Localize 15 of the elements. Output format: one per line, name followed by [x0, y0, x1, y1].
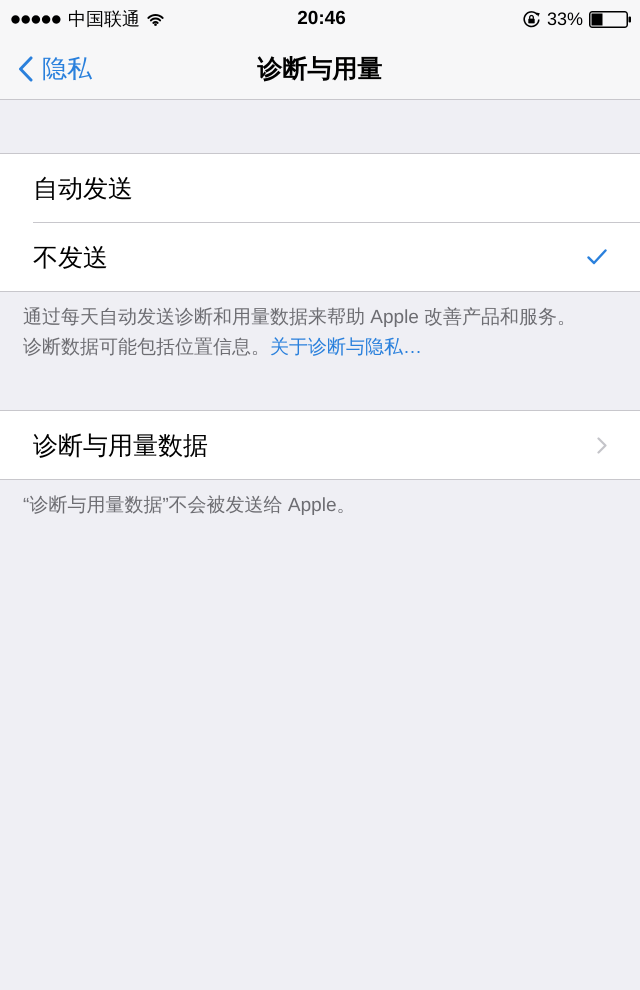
about-link[interactable]: 关于诊断与隐私…: [270, 337, 422, 358]
signal-icon: [11, 14, 61, 24]
back-button[interactable]: 隐私: [18, 52, 92, 85]
footer-note: “诊断与用量数据”不会被发送给 Apple。: [22, 494, 357, 518]
status-time: 20:46: [297, 8, 346, 30]
rotation-lock-icon: [522, 10, 541, 28]
battery-icon: [589, 10, 632, 28]
checkmark-icon: [587, 249, 607, 265]
footer-note: 通过每天自动发送诊断和用量数据来帮助 Apple 改善产品和服务。诊断数据可能包括位置信息。关于诊断与隐私…: [22, 306, 578, 360]
carrier-name: 中国联通: [68, 8, 140, 31]
nav-title: 诊断与用量: [258, 54, 382, 85]
back-chevron-icon: [18, 56, 33, 82]
chevron-right-icon: [597, 436, 607, 454]
wifi-icon: [147, 12, 164, 26]
battery-percent: 33%: [546, 8, 583, 30]
